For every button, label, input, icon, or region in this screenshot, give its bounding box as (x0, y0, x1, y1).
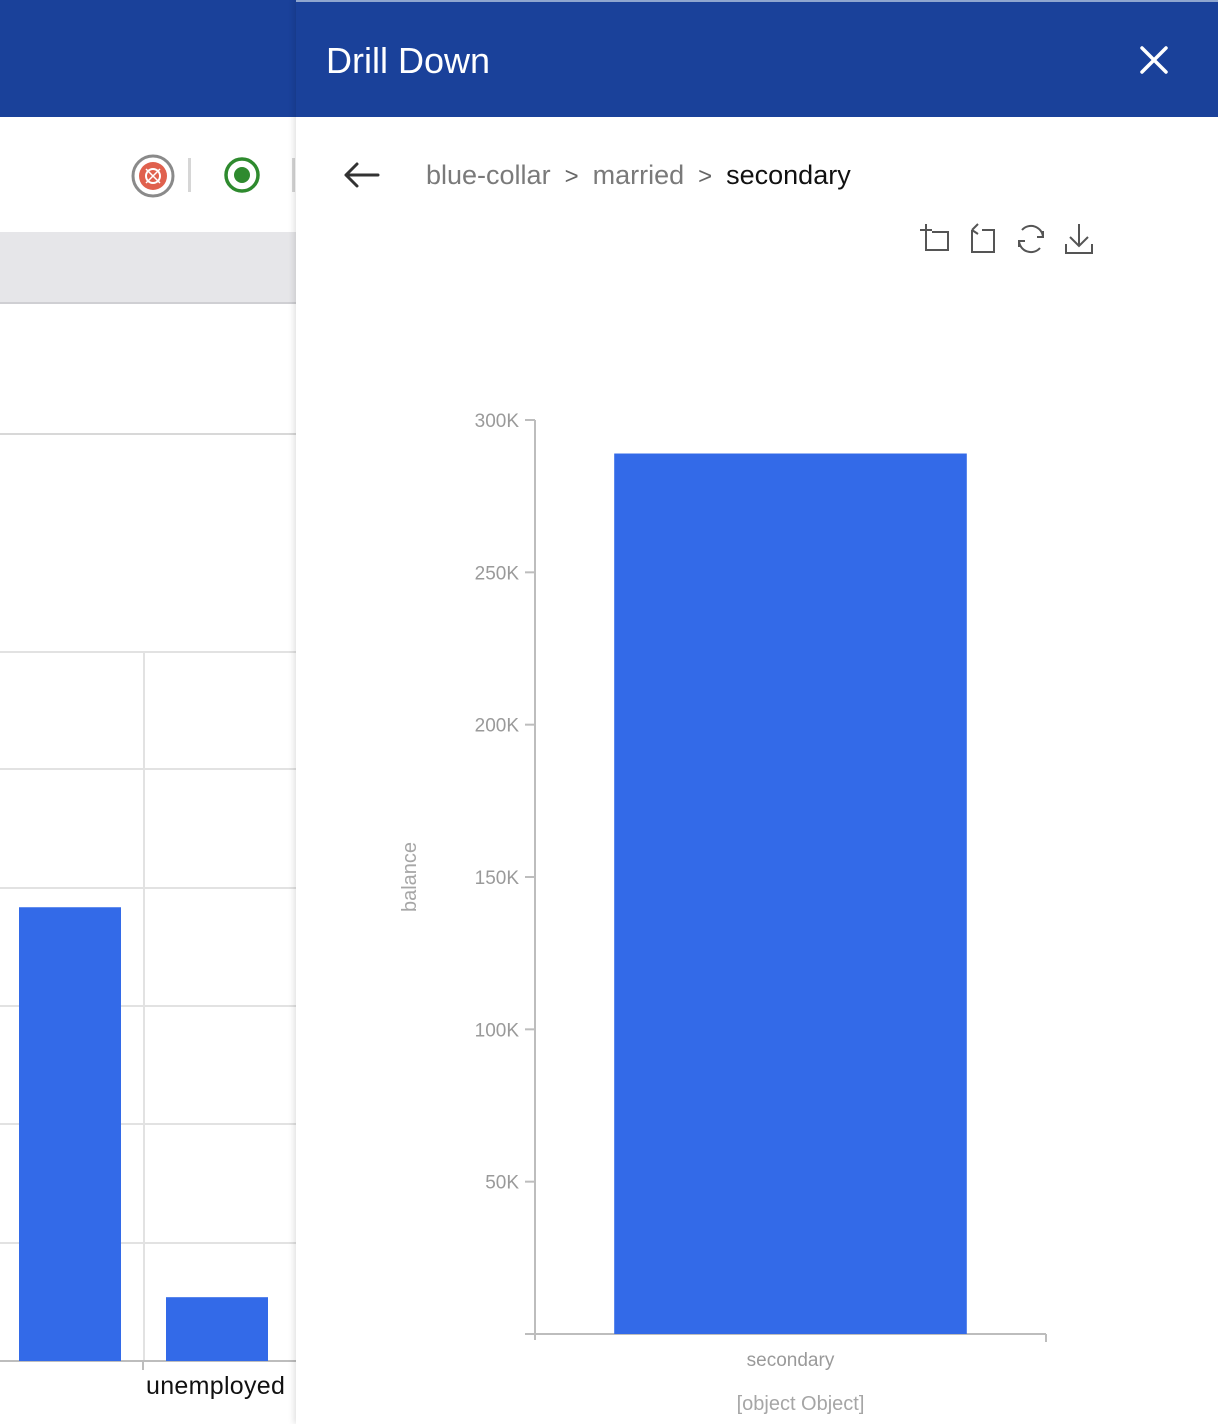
background-filter-bar (0, 232, 296, 304)
y-tick-label: 200K (475, 716, 520, 737)
drill-down-chart: 50K 100K 150K 200K 250K 300K secondary balanc… (399, 411, 1047, 1415)
background-divider (0, 433, 296, 435)
toolbar-divider (292, 158, 295, 192)
y-tick-label: 150K (475, 868, 520, 889)
background-header (0, 0, 296, 117)
settings-badge-icon[interactable] (130, 153, 176, 199)
y-axis-title: balance (399, 842, 421, 912)
toolbar-divider (188, 158, 191, 192)
x-axis-title: [object Object] (737, 1393, 865, 1415)
y-tick-label: 250K (475, 563, 520, 584)
x-tick-label: secondary (747, 1350, 835, 1371)
background-bar[interactable] (166, 1297, 268, 1361)
background-bar[interactable] (19, 907, 121, 1361)
y-tick-label: 100K (475, 1020, 520, 1041)
y-tick-label: 300K (475, 411, 520, 432)
background-category-label: unemployed (146, 1372, 286, 1400)
y-tick-label: 50K (485, 1173, 519, 1194)
background-app: unemployed (0, 0, 296, 1424)
bar-secondary[interactable] (614, 453, 967, 1335)
drill-down-panel: Drill Down blue-collar > married > secondary (296, 0, 1218, 1424)
background-chart (0, 651, 296, 1370)
record-radio-icon[interactable] (222, 155, 262, 195)
